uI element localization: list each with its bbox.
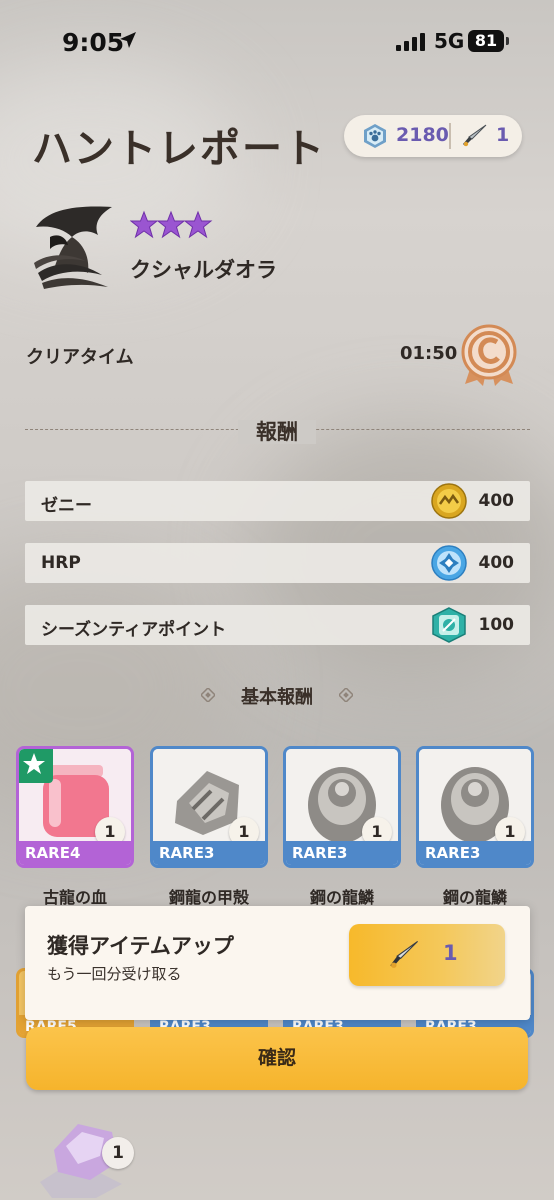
reward-value: 400 (478, 491, 515, 511)
page-title: ハントレポート (32, 126, 326, 172)
hrp-emblem-icon (431, 545, 467, 581)
item-boost-panel: 獲得アイテムアップ もう一回分受け取る 1 (25, 906, 530, 1020)
item-boost-subtitle: もう一回分受け取る (47, 965, 182, 983)
basic-reward-heading: 基本報酬 (241, 687, 313, 708)
item-card-steel-dragon-scale-2[interactable]: 1 RARE3 (416, 746, 534, 868)
monster-name: クシャルダオラ (130, 258, 277, 282)
reward-value: 100 (478, 615, 515, 635)
battery-tip (506, 37, 509, 45)
status-time: 9:05 (62, 28, 125, 57)
item-name: 鋼龍の甲殻 (168, 888, 249, 907)
diamond-ornament-icon (339, 688, 353, 702)
item-card-elder-dragon-blood[interactable]: 1 RARE4 (16, 746, 134, 868)
new-star-badge (19, 749, 53, 783)
rarity-label: RARE3 (425, 844, 481, 862)
pill-divider (449, 123, 451, 149)
item-boost-button[interactable]: 1 (349, 924, 505, 986)
reward-row-hrp: HRP 400 (25, 543, 530, 583)
confirm-button[interactable]: 確認 (26, 1027, 528, 1090)
ticket-count: 1 (496, 124, 510, 146)
reward-heading-text: 報酬 (238, 420, 316, 444)
star-rating (130, 211, 212, 238)
item-boost-title: 獲得アイテムアップ (47, 934, 234, 958)
rarity-band: RARE3 (286, 841, 398, 865)
rarity-label: RARE4 (25, 844, 81, 862)
item-card-steel-dragon-scale[interactable]: 1 RARE3 (283, 746, 401, 868)
rarity-band: RARE3 (153, 841, 265, 865)
kushala-daora-icon (34, 206, 112, 289)
star-icon (23, 753, 45, 774)
cellular-signal-icon (396, 33, 425, 51)
status-bar: 9:05 5G 81 (0, 0, 554, 84)
reward-label: シーズンティアポイント (41, 620, 227, 640)
rarity-label: RARE3 (159, 844, 215, 862)
item-boost-cost: 1 (443, 941, 458, 965)
reward-value: 400 (478, 553, 515, 573)
clear-time-label: クリアタイム (26, 347, 134, 368)
gem-count: 2180 (396, 124, 449, 146)
location-arrow-icon (120, 32, 136, 48)
bronze-medal-icon (461, 324, 517, 386)
reward-heading: 報酬 (0, 416, 554, 446)
hunt-ticket-icon (463, 124, 487, 147)
reward-label: ゼニー (41, 496, 92, 516)
rarity-band: RARE3 (419, 841, 531, 865)
clear-time-value: 01:50 (400, 343, 458, 364)
item-card-steel-dragon-carapace[interactable]: 1 RARE3 (150, 746, 268, 868)
network-type: 5G (434, 29, 465, 53)
reward-row-zenny: ゼニー 400 (25, 481, 530, 521)
item-name: 鋼の龍鱗 (309, 888, 374, 907)
paw-gem-icon (364, 124, 386, 148)
item-name: 古龍の血 (42, 888, 107, 907)
item-quantity: 1 (102, 1137, 134, 1169)
reward-row-season-tier: シーズンティアポイント 100 (25, 605, 530, 645)
zenny-coin-icon (431, 483, 467, 519)
hunt-ticket-icon (390, 940, 419, 968)
reward-label: HRP (41, 553, 81, 573)
rarity-band: RARE4 (19, 841, 131, 865)
item-name: 鋼の龍鱗 (442, 888, 507, 907)
currency-pill[interactable]: 2180 1 (344, 115, 522, 157)
rarity-label: RARE3 (292, 844, 348, 862)
battery-icon: 81 (468, 30, 504, 52)
season-tier-icon (432, 607, 466, 643)
